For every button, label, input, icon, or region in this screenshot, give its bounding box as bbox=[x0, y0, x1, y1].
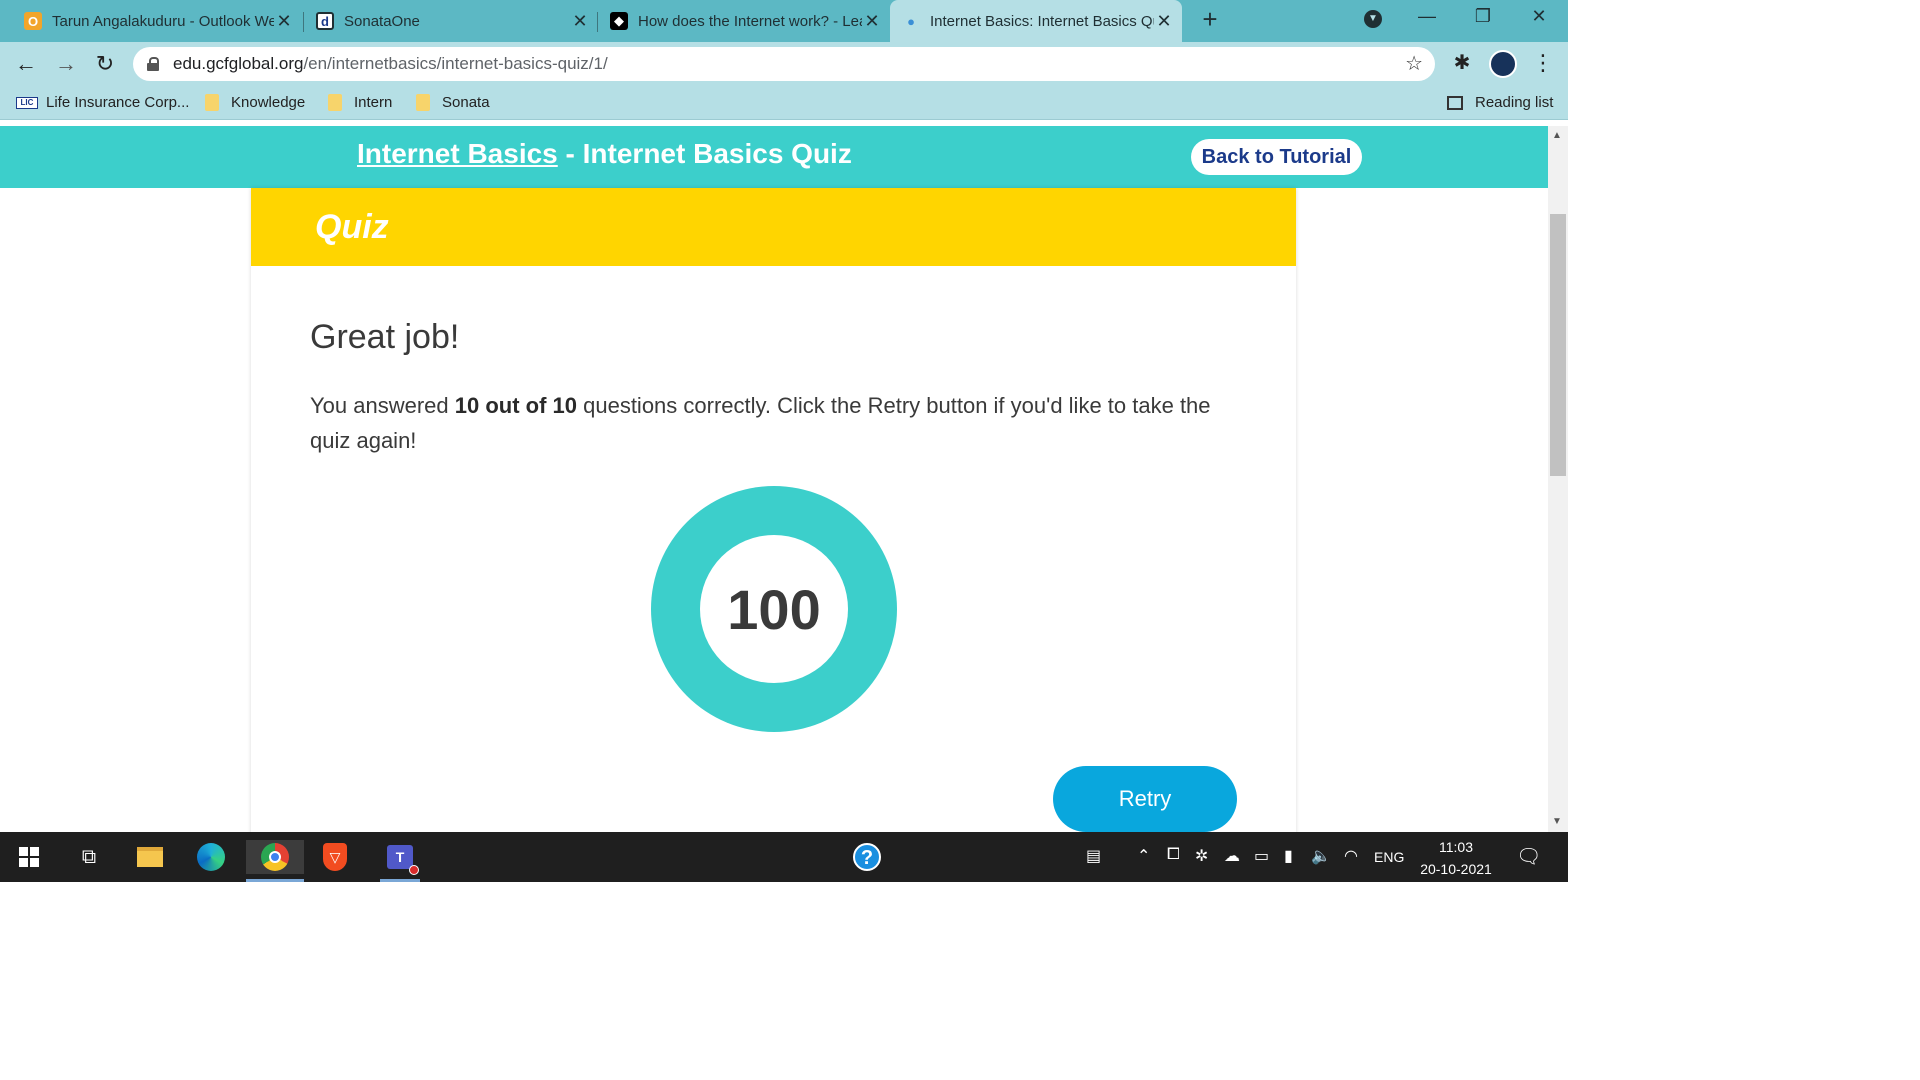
news-widget-icon[interactable]: ▤ bbox=[1086, 846, 1101, 866]
chrome-icon[interactable] bbox=[246, 840, 304, 882]
windows-taskbar: ⧉ ▽ T ? ▤ ⌃ ⧠ ✲ ☁ ▭ ▮ 🔈 ◠ ENG 11:03 20-1… bbox=[0, 832, 1568, 882]
scroll-thumb[interactable] bbox=[1550, 214, 1566, 476]
tab-mdn[interactable]: ◆ How does the Internet work? - Learn ✕ bbox=[600, 0, 882, 42]
chevron-up-icon[interactable]: ⌃ bbox=[1137, 846, 1150, 866]
tab-search-button[interactable]: ▼ bbox=[1358, 8, 1388, 34]
bookmark-label: Intern bbox=[354, 94, 393, 111]
page-scrollbar[interactable]: ▲ ▼ bbox=[1548, 126, 1568, 832]
quiz-banner: Quiz bbox=[251, 188, 1296, 266]
bookmark-sonata[interactable]: Sonata bbox=[416, 94, 490, 111]
reading-list-label: Reading list bbox=[1475, 94, 1554, 111]
result-title: Great job! bbox=[310, 318, 460, 356]
course-link[interactable]: Internet Basics bbox=[357, 138, 558, 169]
wifi-icon[interactable]: ◠ bbox=[1344, 846, 1358, 866]
tab-gcf-quiz[interactable]: ● Internet Basics: Internet Basics Quiz … bbox=[890, 0, 1182, 42]
file-explorer-icon[interactable] bbox=[133, 840, 167, 874]
lock-icon bbox=[147, 57, 159, 71]
language-indicator[interactable]: ENG bbox=[1374, 849, 1404, 865]
result-message: You answered 10 out of 10 questions corr… bbox=[310, 393, 1211, 453]
folder-icon bbox=[205, 94, 219, 111]
bookmark-star-icon[interactable]: ☆ bbox=[1405, 51, 1423, 76]
edge-icon[interactable] bbox=[194, 840, 228, 874]
gcf-icon: ● bbox=[902, 12, 920, 30]
restore-button[interactable]: ❐ bbox=[1468, 6, 1498, 27]
dropbox-icon[interactable]: ✲ bbox=[1195, 846, 1208, 866]
reading-list-icon bbox=[1447, 95, 1463, 110]
tab-title: SonataOne bbox=[344, 12, 420, 30]
windows-icon bbox=[19, 847, 39, 867]
retry-button[interactable]: Retry bbox=[1053, 766, 1237, 832]
reload-button[interactable]: ↻ bbox=[91, 50, 119, 78]
quiz-card: Quiz Great job! You answered 10 out of 1… bbox=[251, 188, 1296, 832]
volume-icon[interactable]: 🔈 bbox=[1311, 846, 1331, 866]
new-tab-button[interactable]: + bbox=[1198, 6, 1222, 32]
scroll-up-icon[interactable]: ▲ bbox=[1552, 130, 1562, 141]
bookmark-intern[interactable]: Intern bbox=[328, 94, 392, 111]
close-window-button[interactable]: ✕ bbox=[1524, 6, 1554, 27]
clock[interactable]: 11:03 20-10-2021 bbox=[1416, 836, 1496, 880]
bookmark-label: Knowledge bbox=[231, 94, 306, 111]
teams-icon[interactable]: T bbox=[380, 840, 420, 882]
help-icon[interactable]: ? bbox=[850, 840, 884, 874]
reading-list-button[interactable]: Reading list bbox=[1447, 94, 1553, 111]
page-title: Internet Basics - Internet Basics Quiz bbox=[357, 138, 852, 169]
address-bar[interactable]: edu.gcfglobal.org/en/internetbasics/inte… bbox=[133, 47, 1435, 81]
close-icon[interactable]: ✕ bbox=[1154, 11, 1174, 32]
microphone-icon[interactable]: ▮ bbox=[1284, 846, 1293, 866]
lesson-title: Internet Basics Quiz bbox=[582, 138, 852, 169]
close-icon[interactable]: ✕ bbox=[570, 11, 590, 32]
forward-button[interactable]: → bbox=[52, 50, 80, 78]
bookmark-lic[interactable]: LIC Life Insurance Corp... bbox=[16, 94, 189, 111]
task-view-icon[interactable]: ⧉ bbox=[72, 840, 106, 874]
clock-time: 11:03 bbox=[1439, 839, 1473, 855]
start-button[interactable] bbox=[12, 840, 46, 874]
bookmarks-bar: LIC Life Insurance Corp... Knowledge Int… bbox=[0, 86, 1568, 120]
clock-date: 20-10-2021 bbox=[1420, 861, 1492, 877]
folder-icon bbox=[416, 94, 430, 111]
browser-toolbar: ← → ↻ edu.gcfglobal.org/en/internetbasic… bbox=[0, 42, 1568, 86]
lic-icon: LIC bbox=[16, 96, 38, 109]
bookmark-label: Life Insurance Corp... bbox=[46, 94, 190, 111]
url-text: edu.gcfglobal.org/en/internetbasics/inte… bbox=[173, 54, 608, 73]
tab-strip: O Tarun Angalakuduru - Outlook Web ✕ d S… bbox=[0, 0, 1568, 42]
back-button[interactable]: ← bbox=[12, 50, 40, 78]
mdn-icon: ◆ bbox=[610, 12, 628, 30]
menu-icon[interactable]: ⋮ bbox=[1532, 48, 1554, 78]
tab-title: Internet Basics: Internet Basics Quiz bbox=[930, 12, 1154, 30]
chevron-down-icon: ▼ bbox=[1364, 10, 1382, 28]
tab-sonataone[interactable]: d SonataOne ✕ bbox=[306, 0, 590, 42]
scroll-down-icon[interactable]: ▼ bbox=[1552, 816, 1562, 827]
tab-title: Tarun Angalakuduru - Outlook Web bbox=[52, 12, 274, 30]
score-donut: 100 bbox=[651, 486, 897, 732]
score-percent: 100 bbox=[700, 535, 848, 683]
outlook-icon: O bbox=[24, 12, 42, 30]
quiz-banner-label: Quiz bbox=[315, 208, 389, 246]
tab-title: How does the Internet work? - Learn bbox=[638, 12, 862, 30]
sonataone-icon: d bbox=[316, 12, 334, 30]
lesson-header: Internet Basics - Internet Basics Quiz B… bbox=[0, 126, 1548, 188]
close-icon[interactable]: ✕ bbox=[274, 11, 294, 32]
bookmark-label: Sonata bbox=[442, 94, 490, 111]
notifications-icon[interactable]: 🗨 bbox=[1516, 844, 1541, 869]
bookmark-knowledge[interactable]: Knowledge bbox=[205, 94, 305, 111]
minimize-button[interactable]: — bbox=[1412, 6, 1442, 27]
back-to-tutorial-button[interactable]: Back to Tutorial bbox=[1191, 139, 1362, 175]
battery-icon[interactable]: ▭ bbox=[1254, 846, 1269, 866]
brave-icon[interactable]: ▽ bbox=[318, 840, 352, 874]
tab-outlook[interactable]: O Tarun Angalakuduru - Outlook Web ✕ bbox=[14, 0, 294, 42]
extensions-icon[interactable]: ✱ bbox=[1448, 50, 1476, 75]
onedrive-icon[interactable]: ☁ bbox=[1224, 846, 1240, 866]
avatar[interactable] bbox=[1489, 50, 1517, 78]
page-content: Internet Basics - Internet Basics Quiz B… bbox=[0, 126, 1548, 832]
device-icon[interactable]: ⧠ bbox=[1167, 846, 1180, 864]
folder-icon bbox=[328, 94, 342, 111]
score-text: 10 out of 10 bbox=[454, 393, 577, 418]
close-icon[interactable]: ✕ bbox=[862, 11, 882, 32]
